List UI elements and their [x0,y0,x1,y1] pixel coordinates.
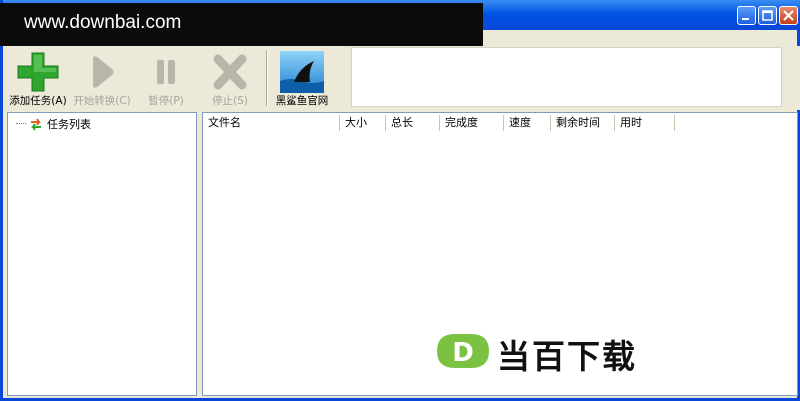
pause-icon [157,60,175,84]
task-list-header: 文件名 大小 总长 完成度 速度 剩余时间 用时 [203,115,797,131]
tree-item-label: 任务列表 [47,118,91,131]
close-icon [783,10,794,21]
add-task-label: 添加任务(A) [9,95,67,107]
pause-button[interactable]: 暂停(P) [134,48,198,108]
column-header-size[interactable]: 大小 [340,115,386,131]
website-label: 黑鲨鱼官网 [275,95,329,107]
shark-fin-icon [280,51,324,93]
site-logo: D 当百下载 [433,330,683,376]
column-header-elapsed[interactable]: 用时 [615,115,675,131]
tree-item-task-list[interactable]: 任务列表 [16,116,91,132]
column-header-remaining[interactable]: 剩余时间 [551,115,615,131]
start-convert-button[interactable]: 开始转换(C) [70,48,134,108]
stop-label: 停止(S) [212,95,248,107]
play-icon [93,56,114,88]
column-header-progress[interactable]: 完成度 [440,115,504,131]
tree-connector [16,123,26,125]
logo-text: 当百下载 [497,337,637,376]
website-button[interactable]: 黑鲨鱼官网 [270,48,334,108]
task-tree-panel: 任务列表 [7,112,197,396]
pause-label: 暂停(P) [148,95,184,107]
toolbar-separator [266,50,268,106]
column-header-speed[interactable]: 速度 [504,115,551,131]
minimize-icon [742,18,749,20]
minimize-button[interactable] [737,6,756,25]
plus-icon [17,52,59,92]
start-convert-label: 开始转换(C) [73,95,131,107]
logo-badge-icon: D [437,334,489,368]
column-header-filename[interactable]: 文件名 [203,115,340,131]
x-icon [213,54,247,90]
convert-arrows-icon [31,118,41,131]
watermark-text: www.downbai.com [24,12,182,33]
add-task-button[interactable]: 添加任务(A) [6,48,70,108]
logo-letter: D [452,338,474,368]
banner-area [351,47,782,107]
column-header-duration[interactable]: 总长 [386,115,440,131]
watermark-overlay: www.downbai.com [0,3,483,46]
toolbar: 添加任务(A) 开始转换(C) 暂停(P) 停止(S) 黑鲨鱼官网 [6,46,800,110]
maximize-button[interactable] [758,6,777,25]
maximize-icon [762,10,773,21]
close-button[interactable] [779,6,798,25]
stop-button[interactable]: 停止(S) [198,48,262,108]
